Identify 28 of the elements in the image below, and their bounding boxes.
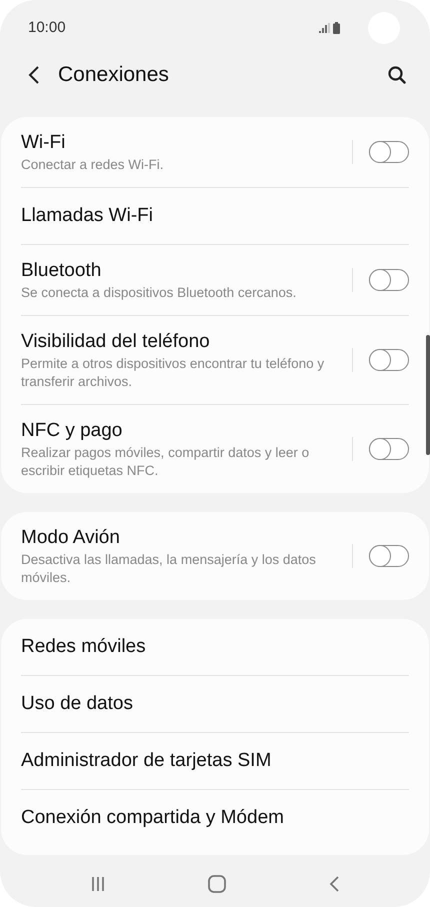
setting-title[interactable]: Visibilidad del teléfono [21,329,340,355]
setting-description: Conectar a redes Wi-Fi. [21,156,164,174]
setting-title[interactable]: Redes móviles [21,634,146,660]
signal-icon [319,23,331,33]
setting-description: Permite a otros dispositivos encontrar tu teléfono y transferir archivos. [21,355,326,391]
setting-title[interactable]: Llamadas Wi-Fi [21,203,153,229]
home-icon[interactable] [208,875,226,893]
toggle-switch[interactable] [369,438,409,460]
setting-title[interactable]: Wi-Fi [21,130,164,156]
search-button[interactable] [386,64,408,86]
setting-title[interactable]: Bluetooth [21,258,296,284]
setting-description: Desactiva las llamadas, la mensajería y los datos móviles. [21,551,317,587]
recent-apps-icon[interactable] [91,876,106,892]
toggle-switch[interactable] [369,545,409,567]
toggle-switch[interactable] [369,269,409,291]
setting-description: Se conecta a dispositivos Bluetooth cercanos. [21,284,296,302]
toggle-switch[interactable] [369,349,409,371]
setting-title[interactable]: Conexión compartida y Módem [21,805,284,831]
setting-title[interactable]: Modo Avión [21,525,340,551]
setting-title[interactable]: Administrador de tarjetas SIM [21,748,272,774]
toggle-switch[interactable] [369,141,409,163]
battery-icon [333,22,340,34]
setting-title[interactable]: NFC y pago [21,418,340,444]
setting-title[interactable]: Uso de datos [21,691,133,717]
back-icon[interactable] [328,876,339,892]
page-title: Conexiones [58,62,169,88]
setting-description: Realizar pagos móviles, compartir datos y leer o escribir etiquetas NFC. [21,444,310,480]
status-time: 10:00 [28,18,66,38]
